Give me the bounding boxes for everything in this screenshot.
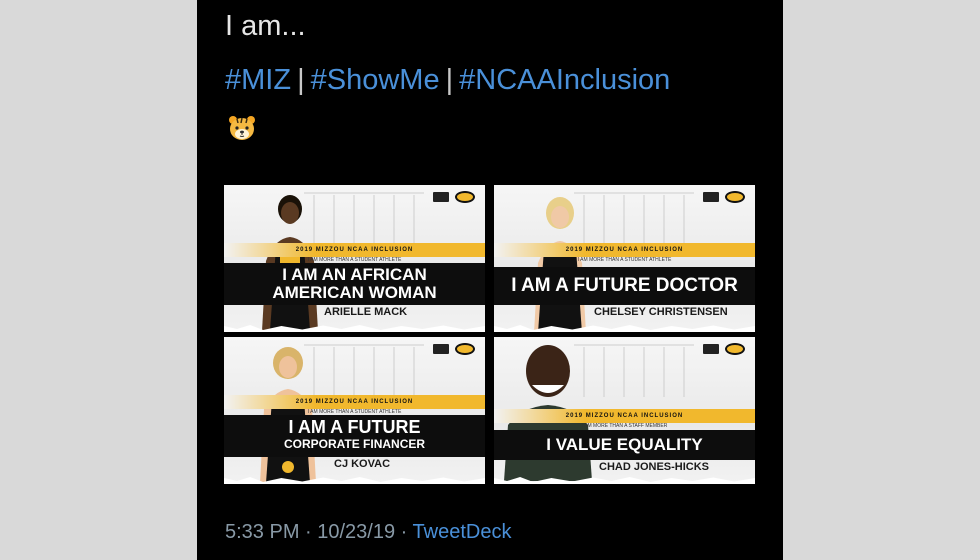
hashtag-separator: | — [297, 64, 305, 96]
mizzou-logo — [455, 191, 475, 203]
hashtags: #MIZ | #ShowMe | #NCAAInclusion — [225, 64, 670, 97]
header-band: 2019 MIZZOU NCAA INCLUSION — [224, 243, 485, 257]
statement-banner: I AM AN AFRICAN AMERICAN WOMAN — [224, 263, 485, 305]
image-card-2[interactable]: 2019 MIZZOU NCAA INCLUSION I AM MORE THA… — [494, 185, 755, 332]
header-band: 2019 MIZZOU NCAA INCLUSION — [494, 243, 755, 257]
subheader: I AM MORE THAN A STAFF MEMBER — [581, 423, 668, 429]
statement-line-1: I AM AN AFRICAN — [282, 265, 427, 284]
tweet-source[interactable]: TweetDeck — [413, 521, 512, 543]
mizzou-logo — [455, 343, 475, 355]
tweet-timestamp[interactable]: 5:33 PM · 10/23/19 · — [225, 521, 413, 543]
statement-line-2: AMERICAN WOMAN — [272, 283, 437, 302]
logos — [433, 191, 475, 203]
header-band: 2019 MIZZOU NCAA INCLUSION — [224, 395, 485, 409]
hashtag-miz[interactable]: #MIZ — [225, 64, 291, 96]
image-card-1[interactable]: 2019 MIZZOU NCAA INCLUSION I AM MORE THA… — [224, 185, 485, 332]
statement-line-1: I AM A FUTURE — [288, 417, 421, 437]
hashtag-separator: | — [445, 64, 454, 96]
sec-logo — [433, 344, 449, 354]
hashtag-showme[interactable]: #ShowMe — [311, 64, 440, 96]
statement-line-1: I VALUE EQUALITY — [546, 435, 703, 454]
athlete-name: CJ KOVAC — [334, 458, 391, 470]
statement-line-1: I AM A FUTURE DOCTOR — [511, 275, 738, 296]
staff-name: CHAD JONES-HICKS — [599, 461, 710, 473]
statement-banner: I AM A FUTURE DOCTOR — [494, 267, 755, 305]
tweet-card: I am... #MIZ|#ShowMe|#NCAAInclusion — [197, 0, 783, 560]
subheader: I AM MORE THAN A STUDENT ATHLETE — [577, 257, 672, 263]
athlete-name: ARIELLE MACK — [324, 306, 408, 318]
sec-logo — [703, 344, 719, 354]
statement-banner: I VALUE EQUALITY — [494, 430, 755, 460]
sec-logo — [433, 192, 449, 202]
image-grid: 2019 MIZZOU NCAA INCLUSION I AM MORE THA… — [224, 185, 755, 485]
statement-line-2: CORPORATE FINANCER — [283, 437, 426, 451]
statement-banner: I AM A FUTURE CORPORATE FINANCER — [224, 415, 485, 457]
athlete-name: CHELSEY CHRISTENSEN — [594, 306, 728, 318]
logos — [703, 191, 745, 203]
sec-logo — [703, 192, 719, 202]
tweet-text: I am... — [225, 10, 306, 42]
logos — [433, 343, 475, 355]
mizzou-logo — [725, 343, 745, 355]
header-band: 2019 MIZZOU NCAA INCLUSION — [494, 409, 755, 423]
tiger-face-icon — [227, 113, 257, 143]
logos — [703, 343, 745, 355]
image-card-3[interactable]: 2019 MIZZOU NCAA INCLUSION I AM MORE THA… — [224, 337, 485, 484]
mizzou-logo — [725, 191, 745, 203]
image-card-4[interactable]: 2019 MIZZOU NCAA INCLUSION I AM MORE THA… — [494, 337, 755, 484]
tweet-meta: 5:33 PM · 10/23/19 · TweetDeck — [225, 521, 511, 544]
hashtag-ncaainclusion[interactable]: #NCAAInclusion — [459, 64, 670, 96]
